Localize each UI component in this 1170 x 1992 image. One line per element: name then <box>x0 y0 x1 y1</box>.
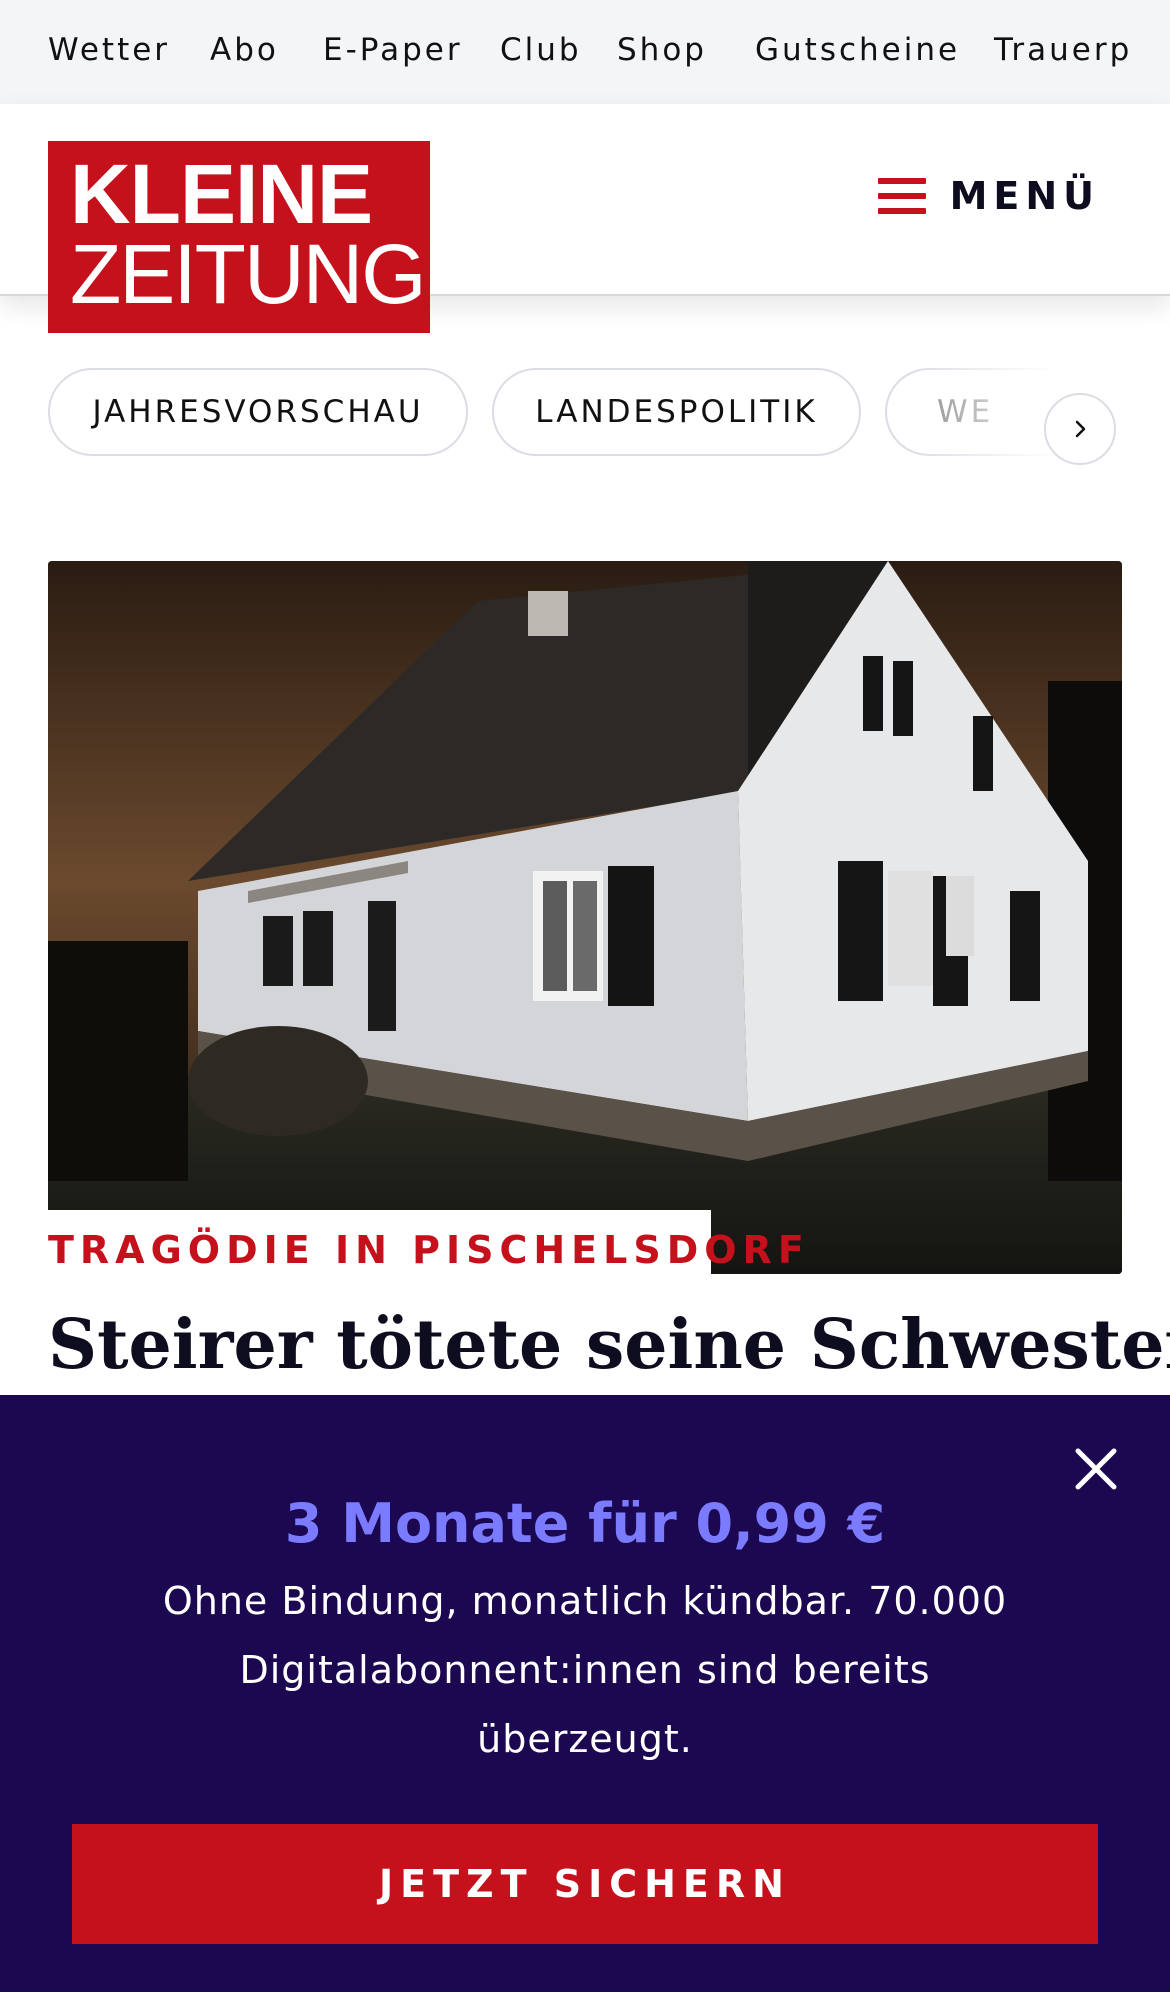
nav-link-abo[interactable]: Abo <box>210 32 279 68</box>
nav-link-trauerportal[interactable]: Trauerp <box>994 32 1132 68</box>
kleine-zeitung-logo[interactable]: KLEINE ZEITUNG <box>48 141 430 333</box>
site-header: KLEINE ZEITUNG MENÜ <box>0 104 1170 333</box>
article-headline[interactable]: Steirer tötete seine Schwester <box>48 1305 1170 1385</box>
chips-next-button[interactable] <box>1044 393 1116 465</box>
article-kicker[interactable]: TRAGÖDIE IN PISCHELSDORF <box>48 1228 810 1272</box>
chip-landespolitik[interactable]: LANDESPOLITIK <box>492 368 861 456</box>
chip-jahresvorschau[interactable]: JAHRESVORSCHAU <box>48 368 468 456</box>
nav-link-club[interactable]: Club <box>500 32 582 68</box>
jetzt-sichern-button[interactable]: JETZT SICHERN <box>72 1824 1098 1944</box>
house-at-night-image <box>48 561 1122 1274</box>
chips-fade-overlay <box>910 368 1170 460</box>
article-hero-image[interactable] <box>48 561 1122 1274</box>
chevron-right-icon <box>1075 420 1086 438</box>
nav-link-shop[interactable]: Shop <box>617 32 707 68</box>
hamburger-icon <box>877 178 926 214</box>
top-utility-nav: Wetter Abo E-Paper Club Shop Gutscheine … <box>0 0 1170 104</box>
promo-subtitle: Ohne Bindung, monatlich kündbar. 70.000 … <box>162 1579 1008 1761</box>
nav-link-gutscheine[interactable]: Gutscheine <box>755 32 960 68</box>
close-button[interactable] <box>1072 1445 1120 1493</box>
menu-button[interactable]: MENÜ <box>877 174 1100 218</box>
topic-chips: JAHRESVORSCHAU LANDESPOLITIK WE <box>0 368 1170 460</box>
menu-label: MENÜ <box>949 174 1100 218</box>
promo-title: 3 Monate für 0,99 € <box>284 1492 886 1555</box>
subscription-promo: 3 Monate für 0,99 € Ohne Bindung, monatl… <box>0 1395 1170 1992</box>
nav-link-epaper[interactable]: E-Paper <box>323 32 463 68</box>
nav-link-wetter[interactable]: Wetter <box>48 32 170 68</box>
close-icon <box>1075 1448 1117 1490</box>
